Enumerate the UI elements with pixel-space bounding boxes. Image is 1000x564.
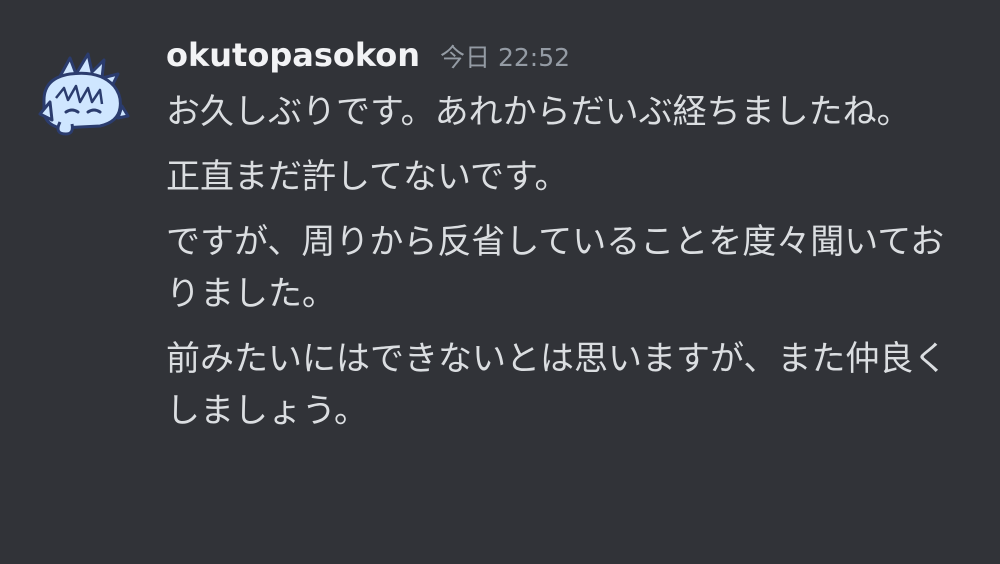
timestamp[interactable]: 今日 22:52 xyxy=(440,38,570,74)
message-header: okutopasokon 今日 22:52 xyxy=(166,36,570,88)
chat-message: okutopasokon 今日 22:52 お久しぶりです。あれからだいぶ経ちま… xyxy=(0,0,1000,564)
anime-character-avatar-icon xyxy=(38,52,130,136)
message-content: お久しぶりです。あれからだいぶ経ちましたね。 正直まだ許してないです。 ですが、… xyxy=(166,86,956,450)
message-line: 前みたいにはできないとは思いますが、また仲良くしましょう。 xyxy=(166,339,948,431)
message-line: お久しぶりです。あれからだいぶ経ちましたね。 xyxy=(166,92,911,132)
username[interactable]: okutopasokon xyxy=(166,36,420,74)
avatar[interactable] xyxy=(30,50,130,136)
message-line: 正直まだ許してないです。 xyxy=(166,157,569,197)
message-line: ですが、周りから反省していることを度々聞いておりました。 xyxy=(166,222,945,314)
